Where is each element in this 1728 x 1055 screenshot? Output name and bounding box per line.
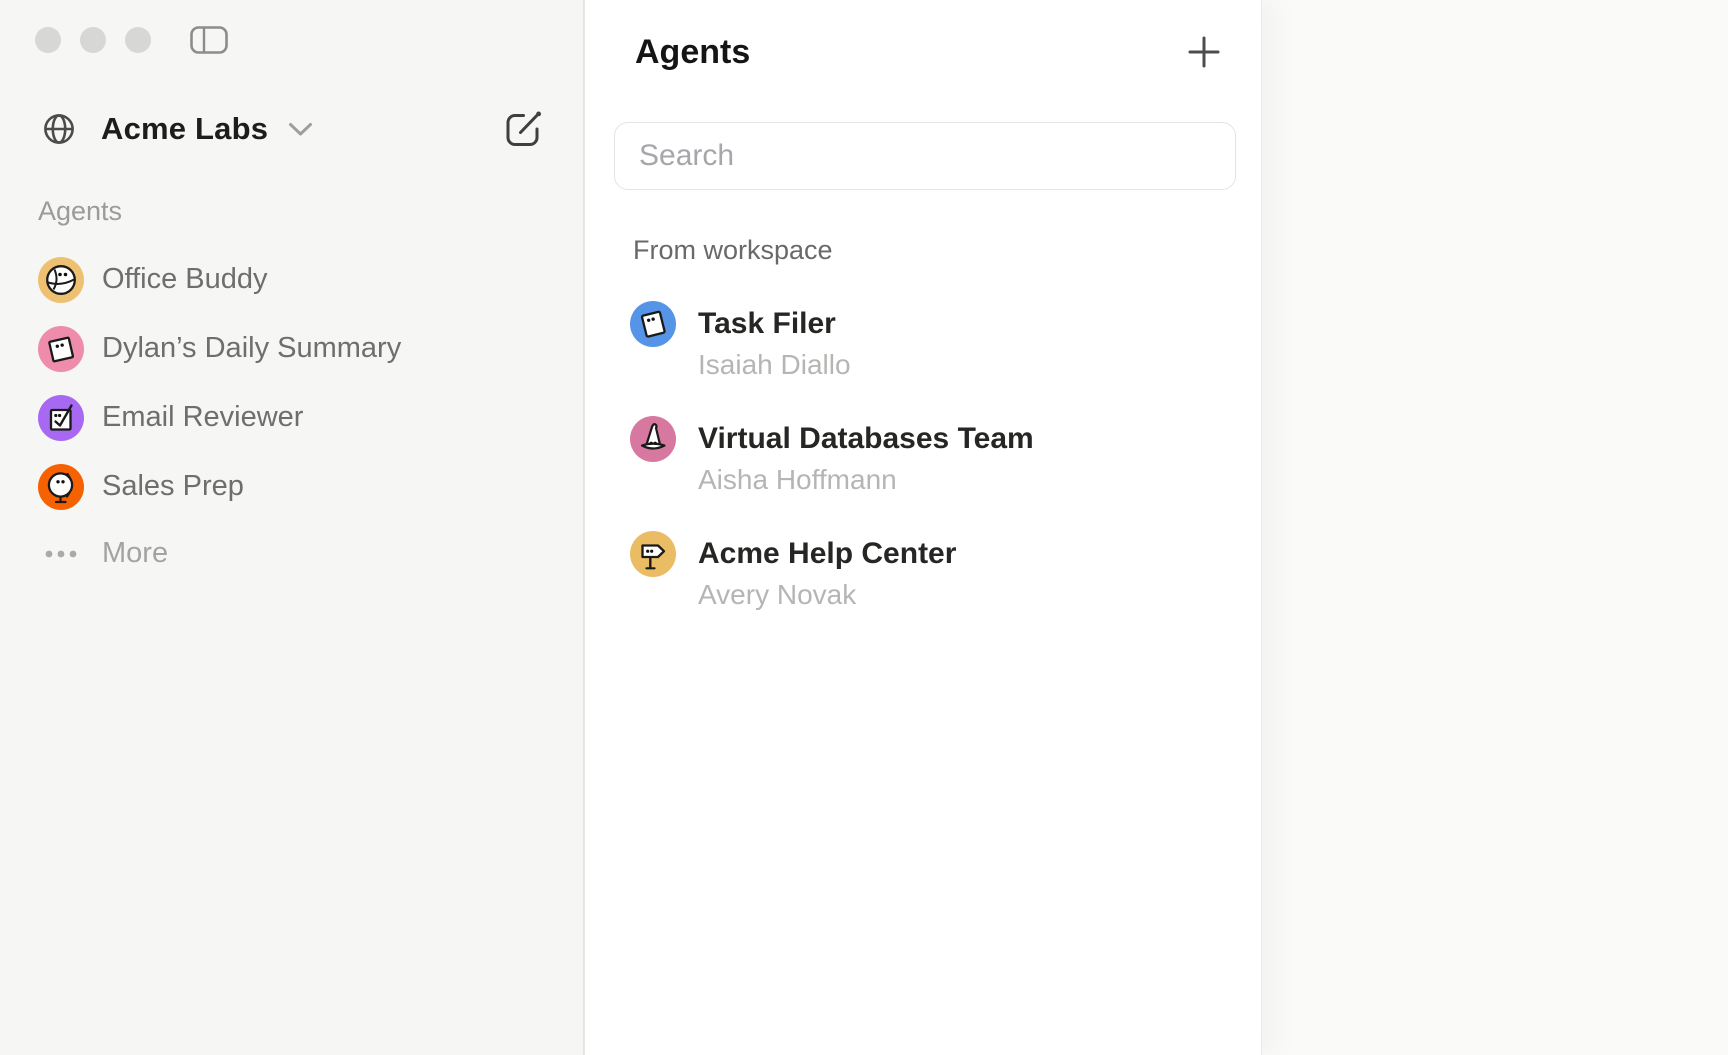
sidebar: Acme Labs Agents [0,0,584,1055]
sidebar-item-dylans-daily-summary[interactable]: Dylan’s Daily Summary [20,314,567,383]
agent-label: Sales Prep [102,470,244,503]
sidebar-toggle-button[interactable] [190,26,228,54]
tilted-note-icon [38,326,84,372]
agent-label: Office Buddy [102,263,268,296]
signpost-icon [630,531,676,577]
wizard-hat-icon [630,416,676,462]
new-chat-compose-icon [504,109,544,149]
desk-globe-icon [38,464,84,510]
workspace-name: Acme Labs [101,111,268,147]
agent-owner: Aisha Hoffmann [698,462,1034,498]
tilted-page-icon [630,301,676,347]
window-controls [35,27,151,53]
sidebar-item-sales-prep[interactable]: Sales Prep [20,452,567,521]
empty-content-area [1263,0,1728,1055]
agent-name: Task Filer [698,301,851,347]
basketball-face-icon [38,257,84,303]
agent-label: Dylan’s Daily Summary [102,332,401,365]
from-workspace-label: From workspace [633,235,833,266]
minimize-button[interactable] [80,27,106,53]
workspace-agent-task-filer[interactable]: Task Filer Isaiah Diallo [630,301,851,383]
agent-label: Email Reviewer [102,401,303,434]
globe-icon [43,113,75,145]
agent-name: Virtual Databases Team [698,416,1034,462]
close-button[interactable] [35,27,61,53]
sidebar-section-label: Agents [38,196,122,227]
search-input[interactable] [614,122,1236,190]
sidebar-agent-list: Office Buddy Dylan’s Daily Summary [20,245,567,586]
checkbox-check-icon [38,395,84,441]
sidebar-item-office-buddy[interactable]: Office Buddy [20,245,567,314]
workspace-row: Acme Labs [0,105,583,153]
plus-icon [1188,36,1220,68]
more-label: More [102,537,168,570]
workspace-agent-acme-help-center[interactable]: Acme Help Center Avery Novak [630,531,956,613]
sidebar-item-email-reviewer[interactable]: Email Reviewer [20,383,567,452]
workspace-agent-virtual-databases-team[interactable]: Virtual Databases Team Aisha Hoffmann [630,416,1034,498]
zoom-button[interactable] [125,27,151,53]
chevron-down-icon [288,122,313,137]
agent-name: Acme Help Center [698,531,956,577]
agent-owner: Avery Novak [698,577,956,613]
sidebar-panel-icon [190,26,228,54]
compose-button[interactable] [504,109,544,149]
sidebar-item-more[interactable]: More [20,521,567,586]
agent-owner: Isaiah Diallo [698,347,851,383]
ellipsis-icon [38,550,84,558]
add-agent-button[interactable] [1188,36,1220,68]
agents-panel: Agents From workspace Task Filer Isaiah … [584,0,1262,1055]
workspace-switcher[interactable]: Acme Labs [43,105,313,153]
panel-title: Agents [635,30,750,74]
